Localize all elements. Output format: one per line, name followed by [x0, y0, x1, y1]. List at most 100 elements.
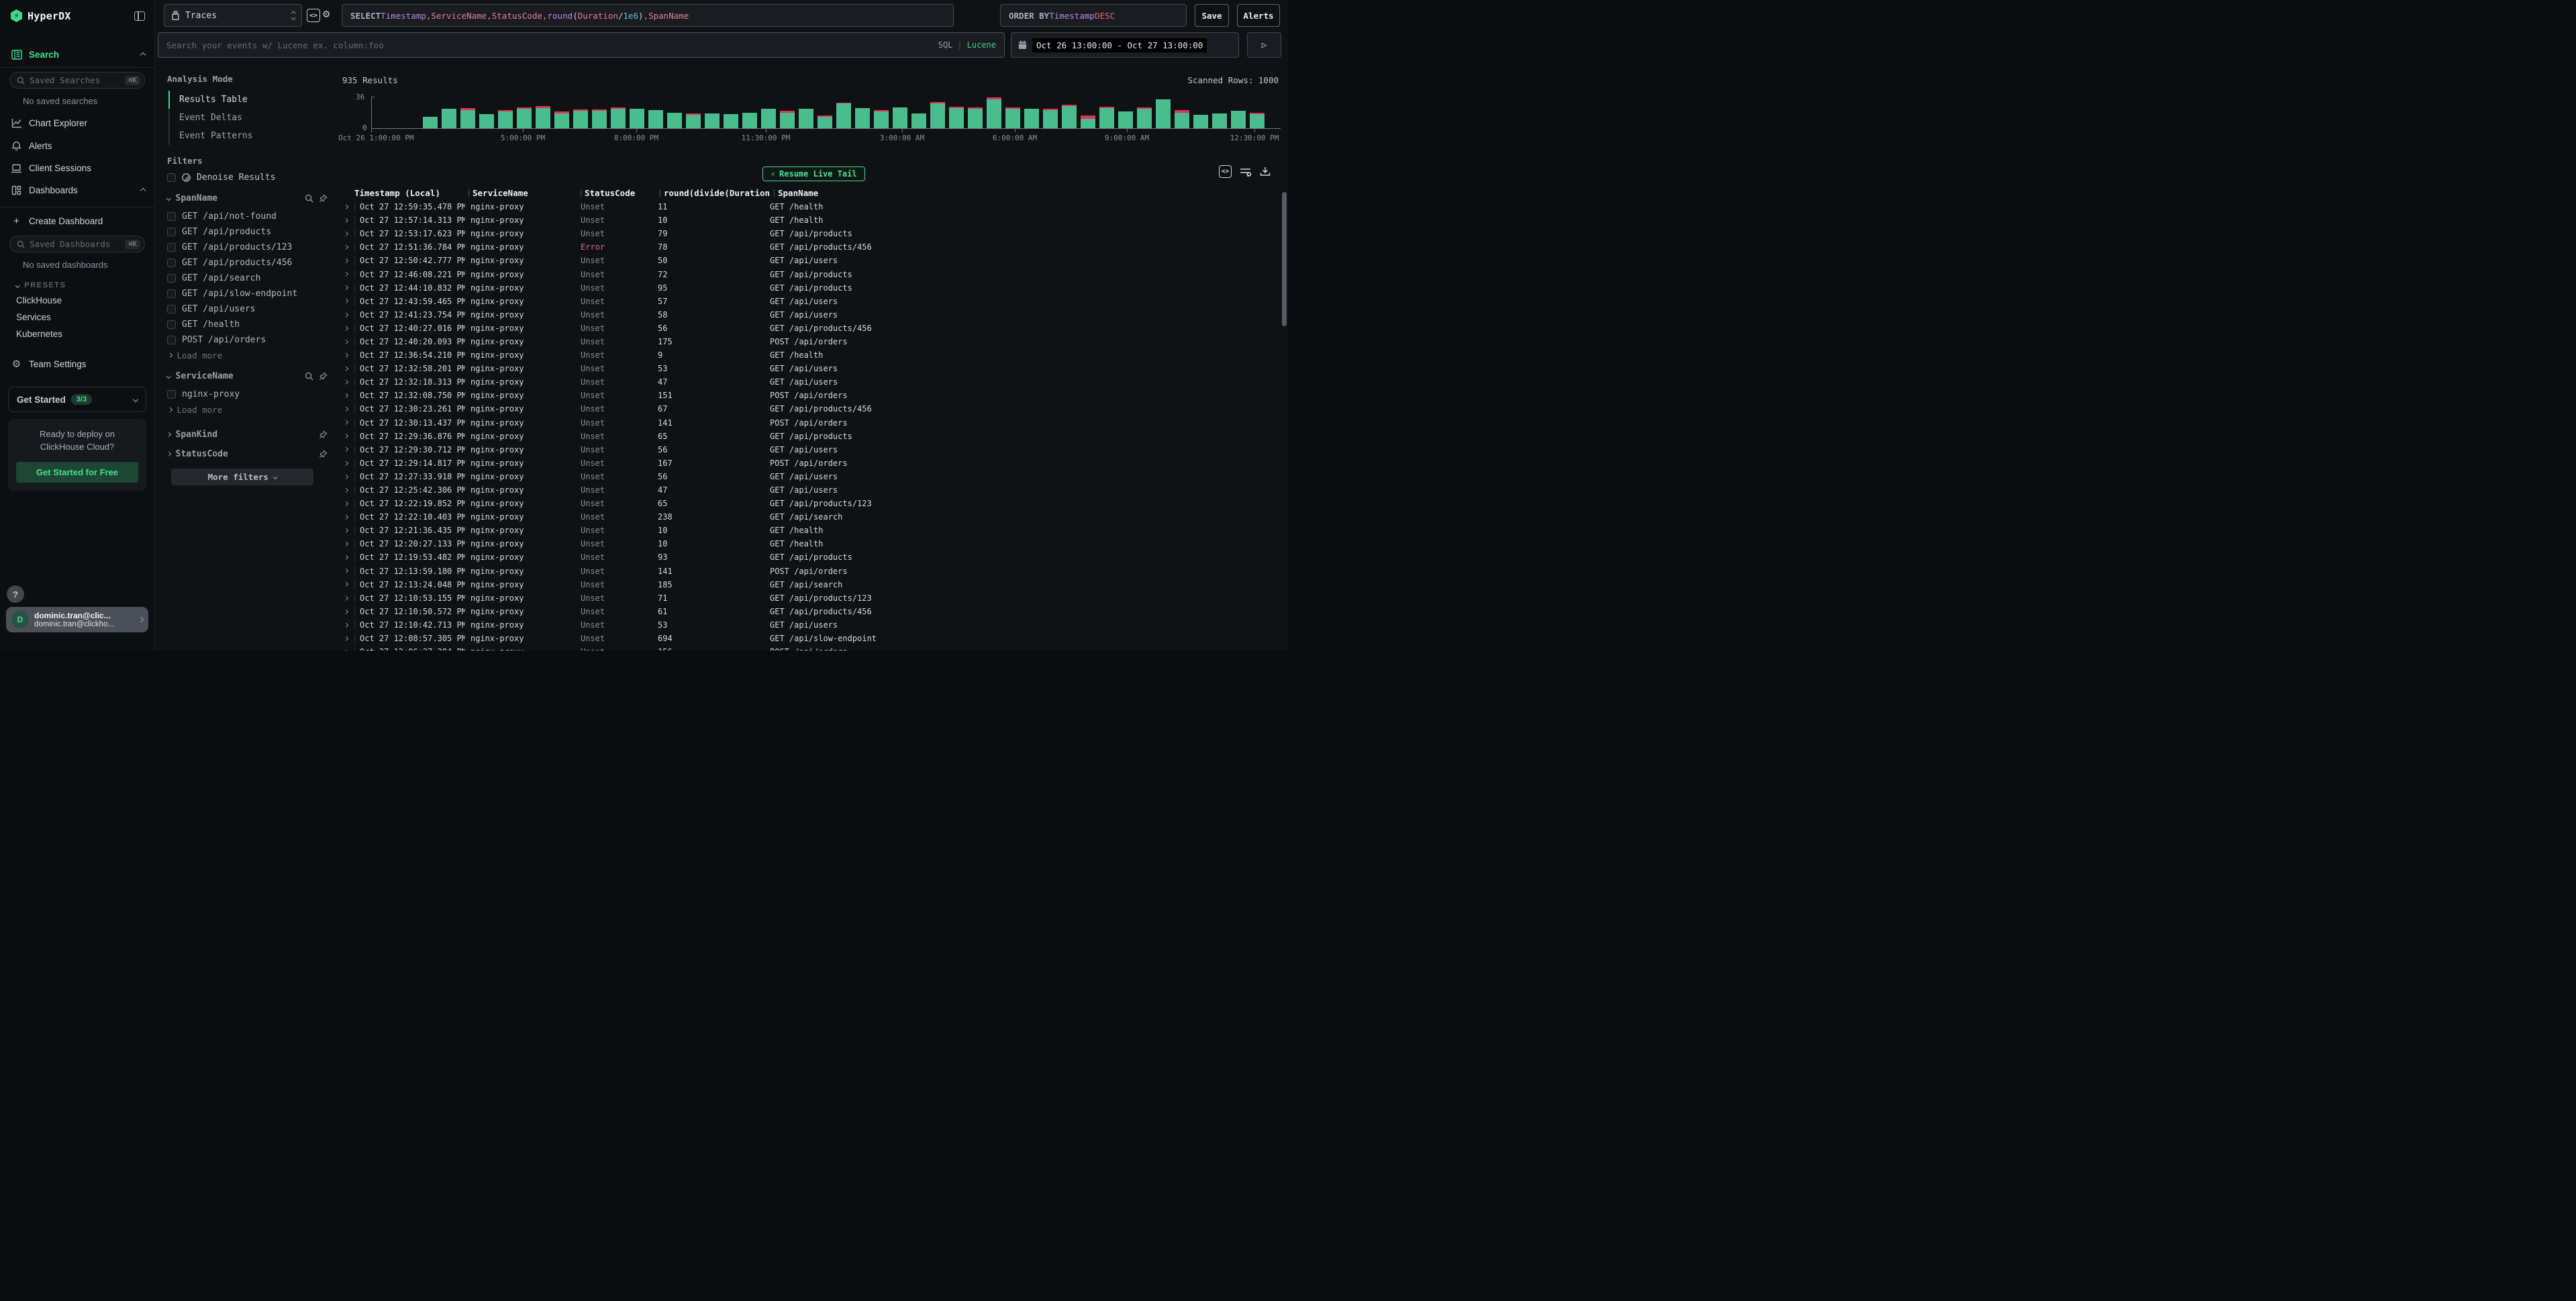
expand-row-icon[interactable]: [337, 556, 354, 559]
expand-row-icon[interactable]: [337, 394, 354, 397]
table-row[interactable]: Oct 27 12:44:10.832 PMnginx-proxyUnset95…: [337, 281, 1280, 295]
table-row[interactable]: Oct 27 12:20:27.133 PMnginx-proxyUnset10…: [337, 537, 1280, 550]
histogram-bar[interactable]: [1118, 97, 1133, 128]
sidebar-item-alerts[interactable]: Alerts: [0, 134, 154, 157]
table-row[interactable]: Oct 27 12:13:24.048 PMnginx-proxyUnset18…: [337, 578, 1280, 591]
sidebar-item-search[interactable]: Search: [0, 44, 154, 66]
resume-live-tail-button[interactable]: ⚡ Resume Live Tail: [762, 166, 865, 181]
expand-row-icon[interactable]: [337, 516, 354, 519]
order-by-input[interactable]: ORDER BY Timestamp DESC: [1000, 4, 1187, 27]
expand-row-icon[interactable]: [337, 448, 354, 451]
histogram-bar[interactable]: [1175, 97, 1189, 128]
expand-row-icon[interactable]: [337, 273, 354, 276]
histogram-bar[interactable]: [517, 97, 532, 128]
histogram-bar[interactable]: [442, 97, 456, 128]
histogram-bar[interactable]: [987, 97, 1001, 128]
expand-row-icon[interactable]: [337, 637, 354, 640]
analysis-mode-option[interactable]: Event Deltas: [170, 109, 328, 127]
sidebar-item-chart-explorer[interactable]: Chart Explorer: [0, 112, 154, 134]
save-button[interactable]: Save: [1195, 4, 1229, 27]
histogram-bar[interactable]: [761, 97, 776, 128]
table-row[interactable]: Oct 27 12:53:17.623 PMnginx-proxyUnset79…: [337, 227, 1280, 240]
pin-icon[interactable]: [319, 450, 328, 459]
pin-icon[interactable]: [319, 430, 328, 439]
histogram-bar[interactable]: [930, 97, 945, 128]
histogram-bar[interactable]: [818, 97, 832, 128]
histogram-bar[interactable]: [1193, 97, 1208, 128]
expand-row-icon[interactable]: [337, 597, 354, 600]
view-source-icon[interactable]: <>: [1219, 165, 1232, 178]
histogram-bar[interactable]: [780, 97, 795, 128]
table-row[interactable]: Oct 27 12:57:14.313 PMnginx-proxyUnset10…: [337, 213, 1280, 227]
expand-row-icon[interactable]: [337, 569, 354, 573]
column-header[interactable]: Timestamp (Local): [354, 188, 465, 198]
help-button[interactable]: ?: [7, 585, 24, 603]
run-query-button[interactable]: ▷: [1247, 32, 1281, 58]
expand-row-icon[interactable]: [337, 434, 354, 438]
sql-mode-toggle[interactable]: SQL: [938, 40, 953, 50]
histogram-bar[interactable]: [968, 97, 983, 128]
alerts-button[interactable]: Alerts: [1237, 4, 1280, 27]
histogram-bar[interactable]: [705, 97, 720, 128]
saved-searches-input[interactable]: Saved Searches ⌘K: [9, 72, 145, 89]
expand-row-icon[interactable]: [337, 367, 354, 371]
table-row[interactable]: Oct 27 12:10:53.155 PMnginx-proxyUnset71…: [337, 591, 1280, 605]
search-input[interactable]: Search your events w/ Lucene ex. column:…: [158, 32, 1005, 58]
sidebar-collapse-icon[interactable]: [134, 11, 145, 21]
histogram-bar[interactable]: [536, 97, 550, 128]
analysis-mode-option[interactable]: Event Patterns: [170, 127, 328, 145]
histogram-bar[interactable]: [460, 97, 475, 128]
column-header[interactable]: StatusCode: [585, 188, 656, 198]
table-row[interactable]: Oct 27 12:40:27.016 PMnginx-proxyUnset56…: [337, 322, 1280, 335]
filter-option[interactable]: nginx-proxy: [167, 387, 328, 402]
expand-row-icon[interactable]: [337, 542, 354, 546]
search-icon[interactable]: [305, 194, 313, 203]
checkbox[interactable]: [167, 212, 176, 221]
filter-option[interactable]: GET /api/slow-endpoint: [167, 286, 328, 301]
get-started-free-button[interactable]: Get Started for Free: [16, 462, 138, 483]
vertical-scrollbar[interactable]: [1282, 192, 1287, 326]
pin-icon[interactable]: [319, 372, 328, 381]
table-row[interactable]: Oct 27 12:22:19.852 PMnginx-proxyUnset65…: [337, 497, 1280, 510]
checkbox[interactable]: [167, 274, 176, 283]
filter-option[interactable]: GET /api/search: [167, 271, 328, 286]
presets-header[interactable]: PRESETS: [0, 276, 154, 292]
table-row[interactable]: Oct 27 12:59:35.478 PMnginx-proxyUnset11…: [337, 200, 1280, 213]
gear-icon[interactable]: ⚙: [323, 7, 330, 21]
histogram-bar[interactable]: [836, 97, 851, 128]
expand-row-icon[interactable]: [337, 354, 354, 357]
checkbox[interactable]: [167, 228, 176, 236]
expand-row-icon[interactable]: [337, 462, 354, 465]
expand-row-icon[interactable]: [337, 583, 354, 586]
histogram-bar[interactable]: [1156, 97, 1171, 128]
checkbox[interactable]: [167, 320, 176, 329]
histogram-bar[interactable]: [554, 97, 569, 128]
load-more-button[interactable]: Load more: [167, 402, 328, 423]
table-row[interactable]: Oct 27 12:13:59.180 PMnginx-proxyUnset14…: [337, 565, 1280, 578]
histogram-bar[interactable]: [893, 97, 907, 128]
table-row[interactable]: Oct 27 12:29:30.712 PMnginx-proxyUnset56…: [337, 443, 1280, 456]
column-drag-handle-icon[interactable]: ⋮: [465, 189, 473, 197]
expand-row-icon[interactable]: [337, 489, 354, 492]
histogram-bar[interactable]: [1081, 97, 1095, 128]
filter-option[interactable]: POST /api/orders: [167, 332, 328, 348]
expand-row-icon[interactable]: [337, 475, 354, 479]
histogram-bar[interactable]: [855, 97, 870, 128]
expand-row-icon[interactable]: [337, 624, 354, 627]
histogram-bar[interactable]: [667, 97, 682, 128]
checkbox[interactable]: [167, 243, 176, 252]
sidebar-preset-services[interactable]: Services: [0, 309, 154, 326]
histogram-bar[interactable]: [498, 97, 513, 128]
create-dashboard-button[interactable]: + Create Dashboard: [0, 211, 154, 233]
histogram-bar[interactable]: [630, 97, 644, 128]
expand-row-icon[interactable]: [337, 529, 354, 532]
histogram-bar[interactable]: [1231, 97, 1246, 128]
table-row[interactable]: Oct 27 12:32:08.750 PMnginx-proxyUnset15…: [337, 389, 1280, 402]
table-row[interactable]: Oct 27 12:43:59.465 PMnginx-proxyUnset57…: [337, 295, 1280, 308]
expand-row-icon[interactable]: [337, 246, 354, 249]
expand-row-icon[interactable]: [337, 340, 354, 344]
sidebar-item-team-settings[interactable]: ⚙ Team Settings: [0, 352, 154, 376]
histogram-bar[interactable]: [1005, 97, 1020, 128]
histogram-bar[interactable]: [1024, 97, 1039, 128]
table-row[interactable]: Oct 27 12:10:50.572 PMnginx-proxyUnset61…: [337, 605, 1280, 618]
